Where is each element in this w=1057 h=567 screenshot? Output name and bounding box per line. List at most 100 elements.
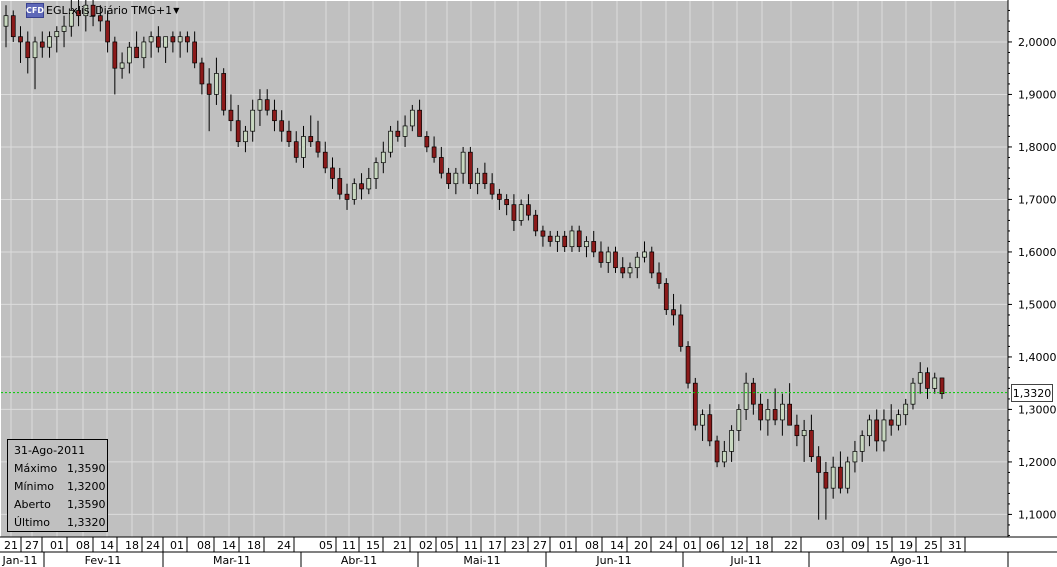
x-tick-label: 24 bbox=[277, 539, 291, 552]
candle-body bbox=[576, 230, 582, 248]
candle-body bbox=[540, 230, 546, 237]
candle-body bbox=[939, 377, 945, 395]
x-tick-label: 01 bbox=[50, 539, 64, 552]
candle-body bbox=[504, 199, 510, 206]
candle-body bbox=[584, 241, 589, 248]
candle-body bbox=[562, 235, 568, 248]
candle-body bbox=[547, 235, 553, 242]
candle-body bbox=[257, 99, 263, 111]
candle-body bbox=[555, 235, 560, 242]
candle-body bbox=[932, 377, 938, 389]
info-value: 1,3320 bbox=[67, 516, 106, 529]
candle-body bbox=[859, 435, 865, 452]
candle-body bbox=[896, 414, 901, 426]
candle-body bbox=[750, 382, 756, 405]
candle-body bbox=[816, 456, 822, 473]
price-chart[interactable]: 2,0000 1,9000 1,8000 1,7000 1,6000 1,5000 1,40… bbox=[0, 0, 1057, 567]
candle-body bbox=[54, 31, 60, 38]
chart-title-bar[interactable]: CFD EGL:xlis_Diário TMG+1 ▼ bbox=[26, 2, 179, 18]
x-tick-label: 18 bbox=[125, 539, 139, 552]
candle-body bbox=[903, 403, 909, 416]
x-tick-label: 27 bbox=[25, 539, 39, 552]
candle-body bbox=[199, 62, 205, 85]
candle-body bbox=[380, 151, 386, 164]
x-tick-label: 15 bbox=[875, 539, 889, 552]
candle-body bbox=[685, 346, 691, 384]
month-label: Jan-11 bbox=[2, 554, 38, 567]
x-tick-label: 01 bbox=[683, 539, 697, 552]
candle-body bbox=[105, 20, 110, 43]
candle-body bbox=[663, 283, 669, 311]
candle-body bbox=[47, 36, 52, 48]
candle-body bbox=[431, 146, 437, 158]
y-tick-label: 1,8000 bbox=[1018, 141, 1057, 154]
x-tick-label: 02 bbox=[419, 539, 433, 552]
candle-body bbox=[337, 178, 343, 195]
x-tick-label: 23 bbox=[511, 539, 525, 552]
x-tick-label: 08 bbox=[585, 539, 599, 552]
candle-body bbox=[228, 109, 234, 122]
x-tick-label: 08 bbox=[76, 539, 90, 552]
x-tick-label: 18 bbox=[755, 539, 769, 552]
candle-body bbox=[888, 419, 894, 426]
x-tick-label: 05 bbox=[440, 539, 454, 552]
candle-body bbox=[322, 151, 328, 169]
x-tick-label: 25 bbox=[924, 539, 938, 552]
candle-body bbox=[32, 41, 38, 59]
info-value: 1,3590 bbox=[67, 498, 106, 511]
x-tick-label: 11 bbox=[342, 539, 356, 552]
candle-body bbox=[18, 36, 23, 43]
x-tick-label: 17 bbox=[488, 539, 502, 552]
candle-body bbox=[852, 451, 858, 463]
candle-body bbox=[446, 172, 451, 185]
candle-body bbox=[453, 172, 459, 185]
dropdown-arrow-icon[interactable]: ▼ bbox=[173, 6, 179, 15]
candle-body bbox=[482, 172, 488, 185]
candle-body bbox=[874, 419, 880, 442]
month-label: Abr-11 bbox=[341, 554, 377, 567]
candle-body bbox=[634, 256, 640, 269]
x-tick-label: 06 bbox=[706, 539, 720, 552]
x-tick-label: 01 bbox=[170, 539, 184, 552]
candle-body bbox=[867, 419, 872, 437]
y-tick-label: 1,9000 bbox=[1018, 88, 1057, 101]
x-tick-label: 14 bbox=[100, 539, 114, 552]
candle-body bbox=[569, 230, 575, 248]
candle-body bbox=[511, 204, 517, 221]
chart-title: EGL:xlis_Diário TMG+1 bbox=[46, 3, 173, 17]
candle-body bbox=[830, 466, 836, 489]
x-tick-label: 01 bbox=[559, 539, 573, 552]
y-tick-label: 2,0000 bbox=[1018, 36, 1057, 49]
candle-body bbox=[409, 109, 415, 127]
candle-body bbox=[177, 36, 183, 43]
x-tick-label: 03 bbox=[826, 539, 840, 552]
info-panel: 31-Ago-2011 Máximo 1,3590 Mínimo 1,3200 … bbox=[7, 439, 108, 532]
candle-body bbox=[156, 36, 161, 48]
candle-body bbox=[845, 461, 851, 489]
x-tick-label: 31 bbox=[948, 539, 962, 552]
candle-body bbox=[620, 267, 626, 274]
candle-body bbox=[235, 120, 241, 143]
candle-body bbox=[39, 41, 45, 48]
candle-body bbox=[351, 183, 357, 200]
candle-body bbox=[301, 136, 306, 158]
candle-body bbox=[780, 403, 785, 421]
candle-body bbox=[388, 130, 393, 153]
candle-body bbox=[424, 136, 430, 148]
candle-body bbox=[286, 130, 292, 143]
candle-body bbox=[272, 109, 277, 122]
info-label: Máximo bbox=[14, 462, 58, 475]
candle-body bbox=[598, 251, 604, 263]
candle-body bbox=[743, 382, 749, 410]
month-label: Mai-11 bbox=[463, 554, 500, 567]
info-label: Último bbox=[14, 516, 50, 529]
candle-body bbox=[243, 130, 248, 143]
candle-body bbox=[475, 172, 480, 185]
candle-body bbox=[649, 251, 655, 274]
candle-body bbox=[838, 466, 843, 489]
candle-body bbox=[119, 62, 125, 69]
last-price-label: 1,3320 bbox=[1011, 384, 1053, 402]
candle-body bbox=[526, 204, 531, 216]
x-tick-label: 12 bbox=[730, 539, 744, 552]
y-tick-label: 1,7000 bbox=[1018, 193, 1057, 206]
